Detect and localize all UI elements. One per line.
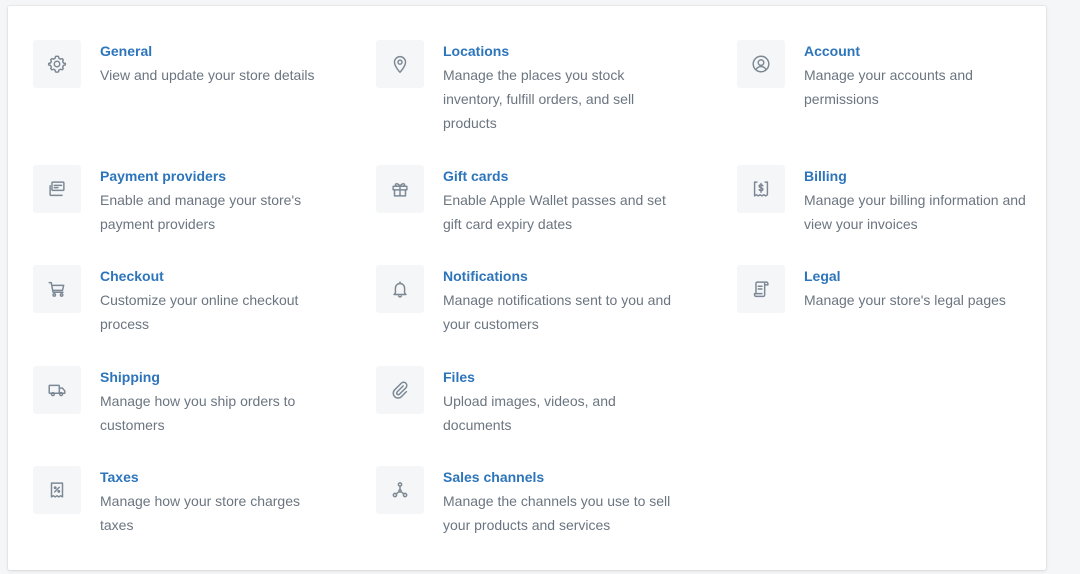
settings-item-billing[interactable]: Billing Manage your billing information … (737, 165, 1047, 236)
settings-item-title: Legal (804, 268, 841, 284)
settings-item-description: Manage your accounts and permissions (804, 67, 973, 107)
paperclip-icon (376, 366, 424, 414)
settings-item-title: Notifications (443, 268, 528, 284)
settings-item-title: Gift cards (443, 168, 509, 184)
settings-item-title: Taxes (100, 469, 139, 485)
settings-item-title: Billing (804, 168, 847, 184)
settings-item-shipping[interactable]: Shipping Manage how you ship orders to c… (33, 366, 343, 437)
credit-card-icon (33, 165, 81, 213)
settings-item-sales-channels[interactable]: Sales channels Manage the channels you u… (376, 466, 696, 537)
settings-item-description: Customize your online checkout process (100, 292, 299, 332)
settings-item-legal[interactable]: Legal Manage your store's legal pages (737, 265, 1047, 313)
settings-item-title: Payment providers (100, 168, 227, 184)
legal-document-icon (737, 265, 785, 313)
settings-item-description: Manage your billing information and view… (804, 192, 1026, 232)
settings-item-checkout[interactable]: Checkout Customize your online checkout … (33, 265, 343, 336)
settings-item-title: Locations (443, 43, 510, 59)
gift-icon (376, 165, 424, 213)
settings-item-description: View and update your store details (100, 67, 315, 83)
settings-item-description: Manage the channels you use to sell your… (443, 493, 671, 533)
account-user-icon (737, 40, 785, 88)
settings-item-title: Sales channels (443, 469, 545, 485)
settings-item-taxes[interactable]: Taxes Manage how your store charges taxe… (33, 466, 343, 537)
gear-icon (33, 40, 81, 88)
truck-icon (33, 366, 81, 414)
settings-item-general[interactable]: General View and update your store detai… (33, 40, 343, 88)
settings-item-description: Enable and manage your store's payment p… (100, 192, 302, 232)
location-pin-icon (376, 40, 424, 88)
billing-receipt-icon (737, 165, 785, 213)
settings-item-locations[interactable]: Locations Manage the places you stock in… (376, 40, 696, 135)
tax-receipt-icon (33, 466, 81, 514)
settings-item-title: Checkout (100, 268, 164, 284)
settings-card: General View and update your store detai… (8, 6, 1046, 570)
settings-item-notifications[interactable]: Notifications Manage notifications sent … (376, 265, 696, 336)
settings-item-description: Manage your store's legal pages (804, 292, 1006, 308)
bell-icon (376, 265, 424, 313)
settings-item-title: Account (804, 43, 860, 59)
settings-item-description: Manage how you ship orders to customers (100, 393, 296, 433)
settings-item-title: Files (443, 369, 475, 385)
cart-icon (33, 265, 81, 313)
sales-channels-icon (376, 466, 424, 514)
settings-item-description: Manage the places you stock inventory, f… (443, 67, 635, 131)
settings-item-payment-providers[interactable]: Payment providers Enable and manage your… (33, 165, 343, 236)
settings-item-description: Manage how your store charges taxes (100, 493, 300, 533)
settings-item-description: Manage notifications sent to you and you… (443, 292, 672, 332)
settings-item-gift-cards[interactable]: Gift cards Enable Apple Wallet passes an… (376, 165, 696, 236)
settings-item-title: General (100, 43, 153, 59)
settings-item-description: Upload images, videos, and documents (443, 393, 616, 433)
settings-item-description: Enable Apple Wallet passes and set gift … (443, 192, 666, 232)
settings-item-title: Shipping (100, 369, 160, 385)
settings-item-files[interactable]: Files Upload images, videos, and documen… (376, 366, 696, 437)
settings-item-account[interactable]: Account Manage your accounts and permiss… (737, 40, 1037, 111)
